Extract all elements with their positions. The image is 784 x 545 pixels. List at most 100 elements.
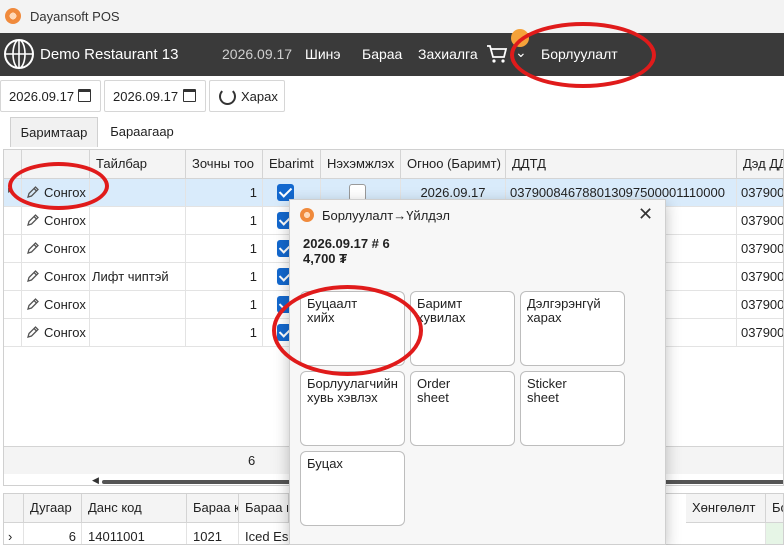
row-sub-dd: 037900 [737,235,783,263]
scroll-left-icon[interactable]: ◀ [92,475,99,485]
row-note [90,319,186,347]
row-guests: 1 [186,207,263,235]
grid-header-guests[interactable]: Зочны тоо [186,150,263,179]
grid-header-expander [4,150,22,179]
row-sub-dd: 037900 [737,207,783,235]
date-from-value: 2026.09.17 [9,89,75,104]
select-row-button[interactable]: Сонгох [22,291,90,319]
grid-header-note[interactable]: Тайлбар [90,150,186,179]
nav-new[interactable]: Шинэ [305,46,341,62]
detail-header-account[interactable]: Данс код [82,494,187,523]
calendar-icon[interactable] [78,89,91,102]
detail-header-extra[interactable]: Бо [766,494,783,523]
back-button[interactable]: Буцах [300,451,405,526]
select-row-button[interactable]: Сонгох [22,319,90,347]
duplicate-receipt-button[interactable]: Баримт хувилах [410,291,515,366]
grid-header-ddtd[interactable]: ДДТД [506,150,737,179]
row-indicator [4,207,22,235]
select-row-button[interactable]: Сонгох [22,207,90,235]
tab-by-item[interactable]: Бараагаар [98,117,186,147]
grid-header-ebarimt[interactable]: Ebarimt [263,150,321,179]
pencil-icon [27,186,39,198]
nav-date: 2026.09.17 [222,46,293,62]
detail-header-discount[interactable]: Хөнгөлөлт [686,494,766,523]
select-label: Сонгох [44,241,86,256]
detail-header-expander [4,494,24,523]
detail-number: 6 [24,523,82,544]
row-guests: 1 [186,235,263,263]
row-note [90,179,186,207]
row-guests: 1 [186,319,263,347]
nav-items[interactable]: Бараа [362,46,402,62]
row-indicator [4,263,22,291]
pencil-icon [27,326,39,338]
sticker-sheet-button[interactable]: Sticker sheet [520,371,625,446]
pencil-icon [27,298,39,310]
dialog-title: Борлуулалт→Үйлдэл [322,208,450,223]
app-logo-icon [300,208,314,222]
row-guests: 1 [186,263,263,291]
pencil-icon [27,270,39,282]
app-logo-icon [5,8,21,24]
detail-header-item-code[interactable]: Бараа код [187,494,239,523]
row-note [90,291,186,319]
select-row-button[interactable]: Сонгох [22,179,90,207]
title-bar: Dayansoft POS [0,0,784,33]
row-indicator [4,291,22,319]
chevron-down-icon[interactable]: ⌄ [515,44,527,61]
row-indicator [4,235,22,263]
view-details-button[interactable]: Дэлгэрэнгүй харах [520,291,625,366]
select-row-button[interactable]: Сонгох [22,263,90,291]
row-guests: 1 [186,291,263,319]
select-label: Сонгох [44,213,86,228]
date-to-value: 2026.09.17 [113,89,179,104]
grid-header-date[interactable]: Огноо (Баримт) [401,150,506,179]
detail-header-number[interactable]: Дугаар [24,494,82,523]
pencil-icon [27,242,39,254]
row-note [90,235,186,263]
row-sub-dd: 037900 [737,179,783,207]
row-indicator: ▸ [4,179,22,207]
order-sheet-button[interactable]: Order sheet [410,371,515,446]
select-label: Сонгох [44,297,86,312]
select-label: Сонгох [44,269,86,284]
row-sub-dd: 037900 [737,291,783,319]
select-label: Сонгох [44,325,86,340]
grid-header-invoice[interactable]: Нэхэмжлэх [321,150,401,179]
row-note: Лифт чиптэй [90,263,186,291]
pencil-icon [27,214,39,226]
footer-count: 6 [248,453,256,468]
view-button-label: Харах [241,89,278,104]
restaurant-name: Demo Restaurant 13 [40,46,179,63]
row-indicator [4,319,22,347]
grid-header-edit [22,150,90,179]
refresh-icon [219,88,236,105]
view-button[interactable]: Харах [209,80,285,112]
dialog-amount: 4,700 ₮ [303,251,348,266]
grid-header-sub-dd[interactable]: Дэд ДД [737,150,783,179]
select-row-button[interactable]: Сонгох [22,235,90,263]
detail-discount [686,523,766,544]
globe-icon[interactable] [3,38,35,70]
date-from-field[interactable]: 2026.09.17 [0,80,101,112]
row-note [90,207,186,235]
cart-icon[interactable] [486,44,508,64]
print-seller-copy-button[interactable]: Борлуулагчийн хувь хэвлэх [300,371,405,446]
row-sub-dd: 037900 [737,263,783,291]
detail-header-item-name[interactable]: Бараа н [239,494,289,523]
nav-sales[interactable]: Борлуулалт [541,46,618,62]
nav-orders[interactable]: Захиалга [418,46,478,62]
return-button[interactable]: Буцаалт хийх [300,291,405,366]
detail-extra [766,523,783,544]
expand-row-icon[interactable]: › [4,523,24,544]
row-guests: 1 [186,179,263,207]
date-to-field[interactable]: 2026.09.17 [104,80,206,112]
tab-by-receipt[interactable]: Баримтаар [10,117,98,147]
select-label: Сонгох [44,185,86,200]
top-navbar: Demo Restaurant 13 2026.09.17 Шинэ Бараа… [0,29,784,76]
close-icon[interactable]: ✕ [638,204,653,225]
action-dialog: Борлуулалт→Үйлдэл ✕ 2026.09.17 # 6 4,700… [289,199,666,545]
detail-item-code: 1021 [187,523,239,544]
window-title: Dayansoft POS [30,9,120,24]
calendar-icon[interactable] [183,89,196,102]
